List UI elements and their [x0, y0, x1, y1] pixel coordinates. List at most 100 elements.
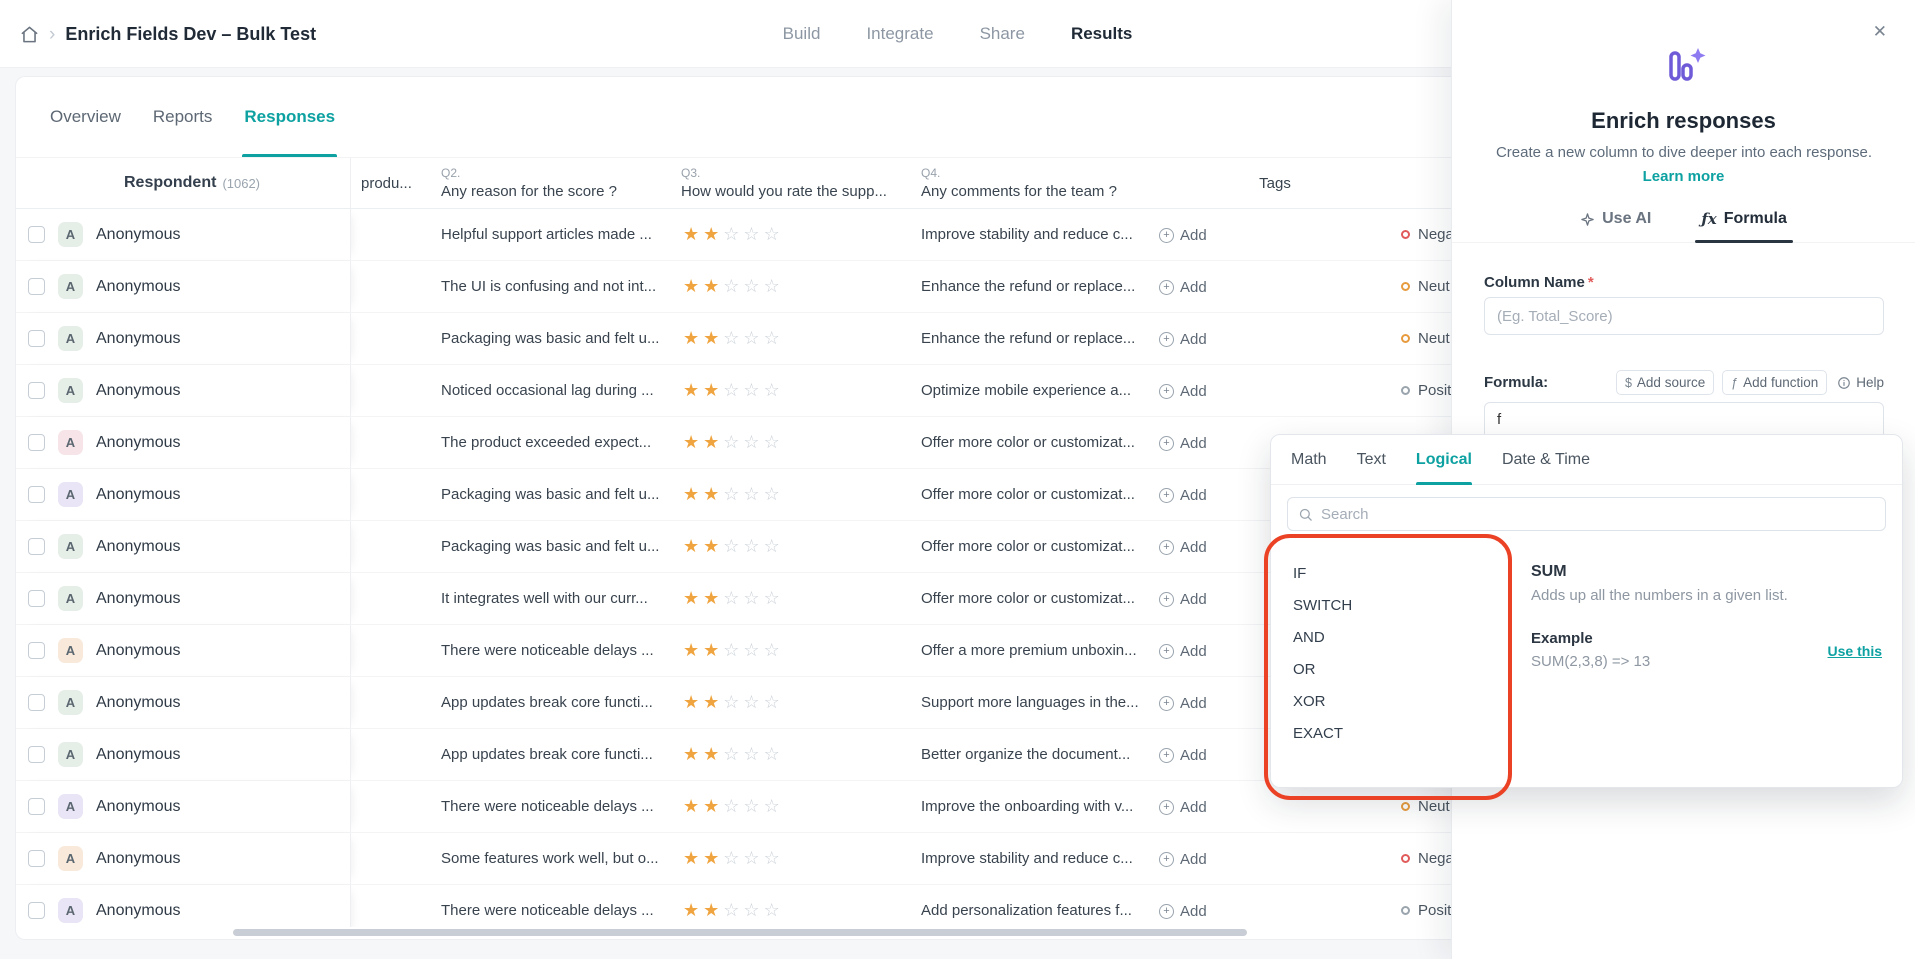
top-nav-item[interactable]: Share: [980, 24, 1025, 44]
star-icon[interactable]: ☆: [764, 588, 780, 608]
answer-q4[interactable]: Improve stability and reduce c...: [911, 850, 1146, 867]
picker-tab[interactable]: Text: [1357, 435, 1386, 484]
home-icon[interactable]: [20, 25, 39, 44]
content-tab[interactable]: Reports: [153, 77, 213, 157]
respondent-name[interactable]: Anonymous: [96, 902, 181, 920]
star-icon[interactable]: ★: [683, 276, 699, 296]
answer-q2[interactable]: There were noticeable delays ...: [431, 902, 671, 919]
star-icon[interactable]: ☆: [764, 848, 780, 868]
add-tag-button[interactable]: + Add: [1159, 747, 1207, 764]
star-icon[interactable]: ☆: [723, 380, 739, 400]
header-q2[interactable]: Q2. Any reason for the score ?: [431, 158, 671, 208]
add-tag-button[interactable]: + Add: [1159, 487, 1207, 504]
answer-q4[interactable]: Add personalization features f...: [911, 902, 1146, 919]
star-icon[interactable]: ☆: [723, 224, 739, 244]
answer-q2[interactable]: The UI is confusing and not int...: [431, 278, 671, 295]
respondent-name[interactable]: Anonymous: [96, 226, 181, 244]
answer-q4[interactable]: Improve the onboarding with v...: [911, 798, 1146, 815]
star-icon[interactable]: ☆: [723, 744, 739, 764]
star-icon[interactable]: ☆: [764, 744, 780, 764]
answer-q4[interactable]: Offer a more premium unboxin...: [911, 642, 1146, 659]
respondent-name[interactable]: Anonymous: [96, 850, 181, 868]
answer-q4[interactable]: Support more languages in the...: [911, 694, 1146, 711]
star-icon[interactable]: ☆: [743, 640, 759, 660]
add-tag-button[interactable]: + Add: [1159, 383, 1207, 400]
help-button[interactable]: Help: [1837, 375, 1884, 390]
tab-use-ai[interactable]: Use AI: [1578, 204, 1653, 242]
row-checkbox[interactable]: [28, 434, 45, 451]
respondent-name[interactable]: Anonymous: [96, 278, 181, 296]
column-name-input[interactable]: [1484, 297, 1884, 335]
star-icon[interactable]: ☆: [743, 796, 759, 816]
star-icon[interactable]: ★: [683, 380, 699, 400]
star-icon[interactable]: ☆: [723, 796, 739, 816]
row-checkbox[interactable]: [28, 850, 45, 867]
row-checkbox[interactable]: [28, 382, 45, 399]
star-icon[interactable]: ☆: [743, 328, 759, 348]
star-icon[interactable]: ★: [703, 744, 719, 764]
horizontal-scrollbar[interactable]: [233, 929, 1247, 936]
answer-q2[interactable]: Noticed occasional lag during ...: [431, 382, 671, 399]
answer-q2[interactable]: There were noticeable delays ...: [431, 642, 671, 659]
function-item[interactable]: EXACT: [1293, 717, 1521, 749]
tab-formula[interactable]: ƒx Formula: [1699, 204, 1789, 242]
row-checkbox[interactable]: [28, 486, 45, 503]
respondent-name[interactable]: Anonymous: [96, 330, 181, 348]
star-icon[interactable]: ☆: [723, 900, 739, 920]
star-icon[interactable]: ☆: [743, 536, 759, 556]
top-nav-item[interactable]: Results: [1071, 24, 1132, 44]
respondent-name[interactable]: Anonymous: [96, 798, 181, 816]
add-tag-button[interactable]: + Add: [1159, 331, 1207, 348]
star-icon[interactable]: ★: [683, 588, 699, 608]
add-tag-button[interactable]: + Add: [1159, 695, 1207, 712]
respondent-name[interactable]: Anonymous: [96, 434, 181, 452]
function-item[interactable]: XOR: [1293, 685, 1521, 717]
answer-q2[interactable]: App updates break core functi...: [431, 746, 671, 763]
star-icon[interactable]: ★: [683, 432, 699, 452]
star-icon[interactable]: ☆: [764, 796, 780, 816]
star-icon[interactable]: ★: [703, 692, 719, 712]
star-icon[interactable]: ★: [703, 640, 719, 660]
star-icon[interactable]: ☆: [743, 380, 759, 400]
row-checkbox[interactable]: [28, 538, 45, 555]
star-icon[interactable]: ☆: [764, 328, 780, 348]
header-q3[interactable]: Q3. How would you rate the supp...: [671, 158, 911, 208]
answer-q4[interactable]: Improve stability and reduce c...: [911, 226, 1146, 243]
star-icon[interactable]: ☆: [764, 380, 780, 400]
star-icon[interactable]: ★: [683, 692, 699, 712]
star-icon[interactable]: ☆: [723, 848, 739, 868]
answer-q4[interactable]: Enhance the refund or replace...: [911, 330, 1146, 347]
star-icon[interactable]: ☆: [723, 536, 739, 556]
star-icon[interactable]: ☆: [743, 900, 759, 920]
respondent-name[interactable]: Anonymous: [96, 486, 181, 504]
star-icon[interactable]: ☆: [764, 224, 780, 244]
star-icon[interactable]: ★: [703, 796, 719, 816]
header-q1[interactable]: produ...: [351, 158, 431, 208]
star-icon[interactable]: ☆: [764, 640, 780, 660]
star-icon[interactable]: ★: [703, 224, 719, 244]
star-icon[interactable]: ☆: [743, 692, 759, 712]
row-checkbox[interactable]: [28, 590, 45, 607]
respondent-name[interactable]: Anonymous: [96, 746, 181, 764]
star-icon[interactable]: ☆: [764, 536, 780, 556]
star-icon[interactable]: ★: [683, 328, 699, 348]
use-this-link[interactable]: Use this: [1828, 643, 1882, 659]
star-icon[interactable]: ★: [683, 484, 699, 504]
answer-q4[interactable]: Enhance the refund or replace...: [911, 278, 1146, 295]
star-icon[interactable]: ☆: [743, 588, 759, 608]
star-icon[interactable]: ☆: [723, 484, 739, 504]
star-icon[interactable]: ★: [683, 848, 699, 868]
answer-q4[interactable]: Better organize the document...: [911, 746, 1146, 763]
close-icon[interactable]: ✕: [1873, 22, 1887, 42]
respondent-name[interactable]: Anonymous: [96, 382, 181, 400]
row-checkbox[interactable]: [28, 330, 45, 347]
row-checkbox[interactable]: [28, 798, 45, 815]
picker-tab[interactable]: Math: [1291, 435, 1327, 484]
star-icon[interactable]: ☆: [743, 276, 759, 296]
row-checkbox[interactable]: [28, 642, 45, 659]
star-icon[interactable]: ☆: [723, 432, 739, 452]
answer-q4[interactable]: Offer more color or customizat...: [911, 538, 1146, 555]
star-icon[interactable]: ☆: [723, 692, 739, 712]
star-icon[interactable]: ★: [683, 224, 699, 244]
star-icon[interactable]: ☆: [743, 848, 759, 868]
